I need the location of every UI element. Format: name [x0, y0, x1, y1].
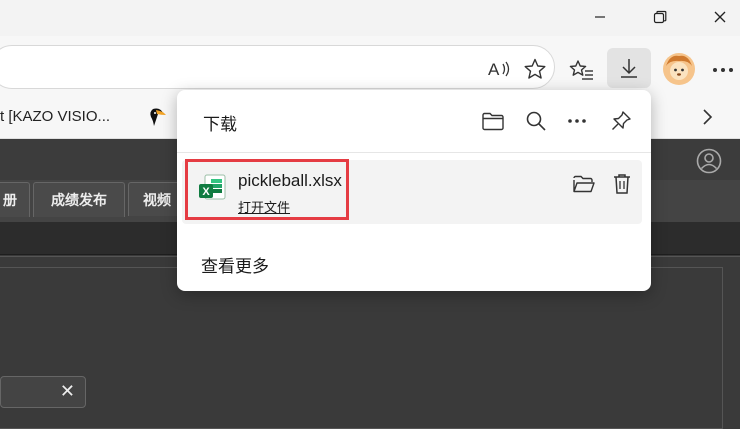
read-aloud-icon[interactable]: A	[484, 56, 514, 82]
chevron-right-icon[interactable]	[694, 104, 720, 130]
tab-score-release[interactable]: 成绩发布	[33, 182, 125, 217]
delete-icon[interactable]	[608, 170, 636, 198]
tab-register[interactable]: 册	[0, 182, 30, 217]
user-account-icon[interactable]	[695, 147, 723, 175]
see-more-link[interactable]: 查看更多	[201, 252, 269, 277]
close-icon[interactable]	[697, 0, 740, 34]
star-icon[interactable]	[521, 55, 549, 83]
more-icon[interactable]	[563, 107, 591, 135]
panel-title: 下载	[203, 115, 237, 134]
highlight-box	[185, 159, 349, 220]
folder-icon[interactable]	[479, 107, 507, 135]
divider	[177, 152, 651, 153]
download-icon	[615, 54, 643, 82]
pin-icon[interactable]	[607, 107, 635, 135]
svg-text:A: A	[488, 60, 500, 79]
dialog-tab[interactable]: ✕	[0, 376, 86, 408]
profile-avatar[interactable]	[661, 51, 697, 87]
restore-icon[interactable]	[637, 0, 683, 34]
favorites-icon[interactable]	[567, 56, 597, 84]
title-bar	[0, 0, 740, 36]
address-bar[interactable]	[0, 45, 555, 89]
toucan-icon[interactable]	[144, 104, 170, 130]
minimize-icon[interactable]	[577, 0, 623, 34]
folder-open-icon[interactable]	[570, 170, 598, 198]
close-icon[interactable]: ✕	[60, 381, 75, 402]
downloads-button[interactable]	[607, 48, 651, 88]
favorite-item[interactable]: t [KAZO VISIO...	[0, 108, 110, 125]
more-icon[interactable]	[710, 58, 736, 82]
search-icon[interactable]	[522, 107, 550, 135]
content-frame	[0, 267, 723, 429]
